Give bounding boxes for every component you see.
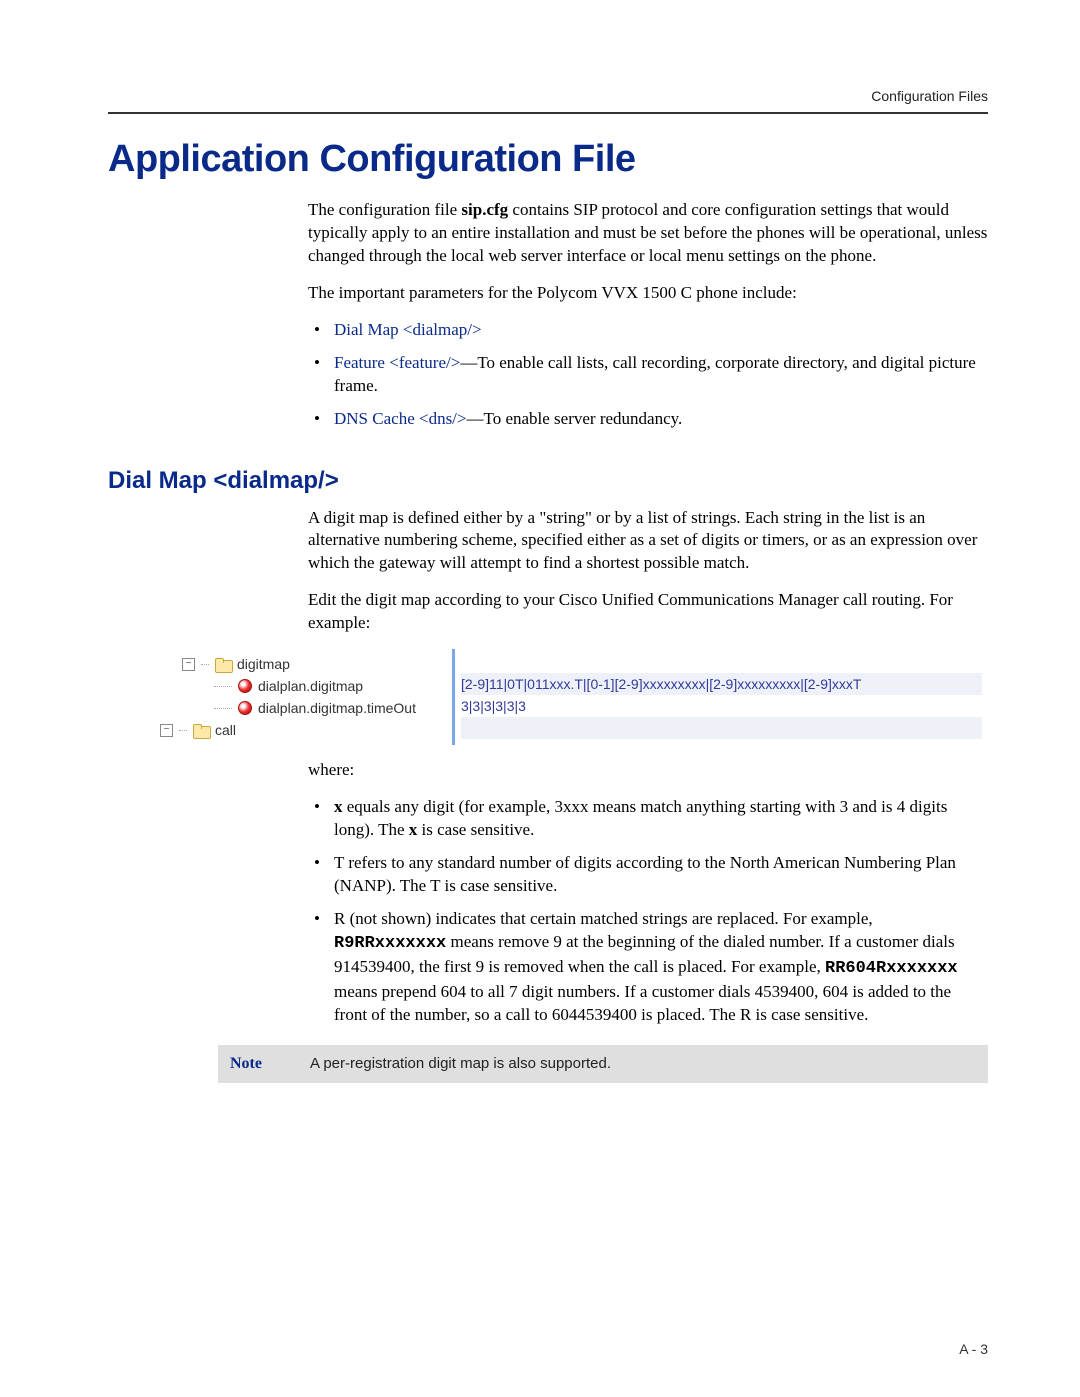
note-block: Note A per-registration digit map is als… <box>218 1045 988 1083</box>
param-item-dns: DNS Cache <dns/>—To enable server redund… <box>308 408 988 431</box>
tree-connector <box>214 708 232 709</box>
intro-p2: The important parameters for the Polycom… <box>308 282 988 305</box>
param-item-feature: Feature <feature/>—To enable call lists,… <box>308 352 988 398</box>
param-list: Dial Map <dialmap/> Feature <feature/>—T… <box>308 319 988 431</box>
note-label: Note <box>230 1055 310 1073</box>
param-item-dialmap: Dial Map <dialmap/> <box>308 319 988 342</box>
value-row-digitmap[interactable]: [2-9]11|0T|011xxx.T|[0-1][2-9]xxxxxxxxx|… <box>461 673 982 695</box>
tree-connector <box>179 730 187 731</box>
where-r-code1: R9RRxxxxxxx <box>334 934 446 953</box>
where-x-bold2: x <box>409 820 418 839</box>
link-dns[interactable]: DNS Cache <dns/> <box>334 409 467 428</box>
page-title: Application Configuration File <box>108 138 988 181</box>
dialmap-p1: A digit map is defined either by a "stri… <box>308 507 988 576</box>
where-x-text2: is case sensitive. <box>417 820 534 839</box>
page-number: A - 3 <box>959 1341 988 1357</box>
digitmap-tree-snapshot: − digitmap dialplan.digitmap dialplan.di… <box>152 649 988 745</box>
param-item-dns-rest: —To enable server redundancy. <box>467 409 683 428</box>
folder-icon <box>193 724 209 737</box>
folder-icon <box>215 658 231 671</box>
where-block: where: x equals any digit (for example, … <box>308 759 988 1026</box>
tree-label-dialplan-digitmap-timeout: dialplan.digitmap.timeOut <box>258 700 416 716</box>
where-r-a: R (not shown) indicates that certain mat… <box>334 909 873 928</box>
intro-p1-a: The configuration file <box>308 200 461 219</box>
intro-p1-filename: sip.cfg <box>461 200 508 219</box>
dialmap-p2: Edit the digit map according to your Cis… <box>308 589 988 635</box>
tree-label-digitmap: digitmap <box>237 656 290 672</box>
where-r-e: means prepend 604 to all 7 digit numbers… <box>334 982 951 1024</box>
where-item-r: R (not shown) indicates that certain mat… <box>308 908 988 1027</box>
tree-row-digitmap[interactable]: − digitmap <box>160 653 448 675</box>
value-row-timeout[interactable]: 3|3|3|3|3|3 <box>461 695 982 717</box>
tree-row-call[interactable]: − call <box>160 719 448 741</box>
tree-row-dialplan-digitmap[interactable]: dialplan.digitmap <box>160 675 448 697</box>
where-list: x equals any digit (for example, 3xxx me… <box>308 796 988 1026</box>
where-r-code2: RR604Rxxxxxxx <box>825 959 958 978</box>
intro-p1: The configuration file sip.cfg contains … <box>308 199 988 268</box>
link-dialmap[interactable]: Dial Map <dialmap/> <box>334 320 482 339</box>
value-row-blank1 <box>461 651 982 673</box>
where-item-x: x equals any digit (for example, 3xxx me… <box>308 796 988 842</box>
where-lead: where: <box>308 759 988 782</box>
tree-label-dialplan-digitmap: dialplan.digitmap <box>258 678 363 694</box>
running-header: Configuration Files <box>108 88 988 104</box>
tree-connector <box>214 686 232 687</box>
dialmap-intro: A digit map is defined either by a "stri… <box>308 507 988 636</box>
section-dialmap-heading: Dial Map <dialmap/> <box>108 467 988 495</box>
value-row-blank2 <box>461 717 982 739</box>
where-x-bold: x <box>334 797 343 816</box>
intro-block: The configuration file sip.cfg contains … <box>308 199 988 431</box>
value-pane: [2-9]11|0T|011xxx.T|[0-1][2-9]xxxxxxxxx|… <box>452 649 988 745</box>
link-feature[interactable]: Feature <feature/> <box>334 353 460 372</box>
tree-label-call: call <box>215 722 236 738</box>
leaf-icon <box>238 679 252 693</box>
page: Configuration Files Application Configur… <box>0 0 1080 1397</box>
tree-row-dialplan-digitmap-timeout[interactable]: dialplan.digitmap.timeOut <box>160 697 448 719</box>
where-item-t: T refers to any standard number of digit… <box>308 852 988 898</box>
tree-pane: − digitmap dialplan.digitmap dialplan.di… <box>152 649 452 745</box>
collapse-toggle-icon[interactable]: − <box>182 658 195 671</box>
header-rule <box>108 112 988 114</box>
note-text: A per-registration digit map is also sup… <box>310 1055 976 1072</box>
collapse-toggle-icon[interactable]: − <box>160 724 173 737</box>
tree-connector <box>201 664 209 665</box>
leaf-icon <box>238 701 252 715</box>
